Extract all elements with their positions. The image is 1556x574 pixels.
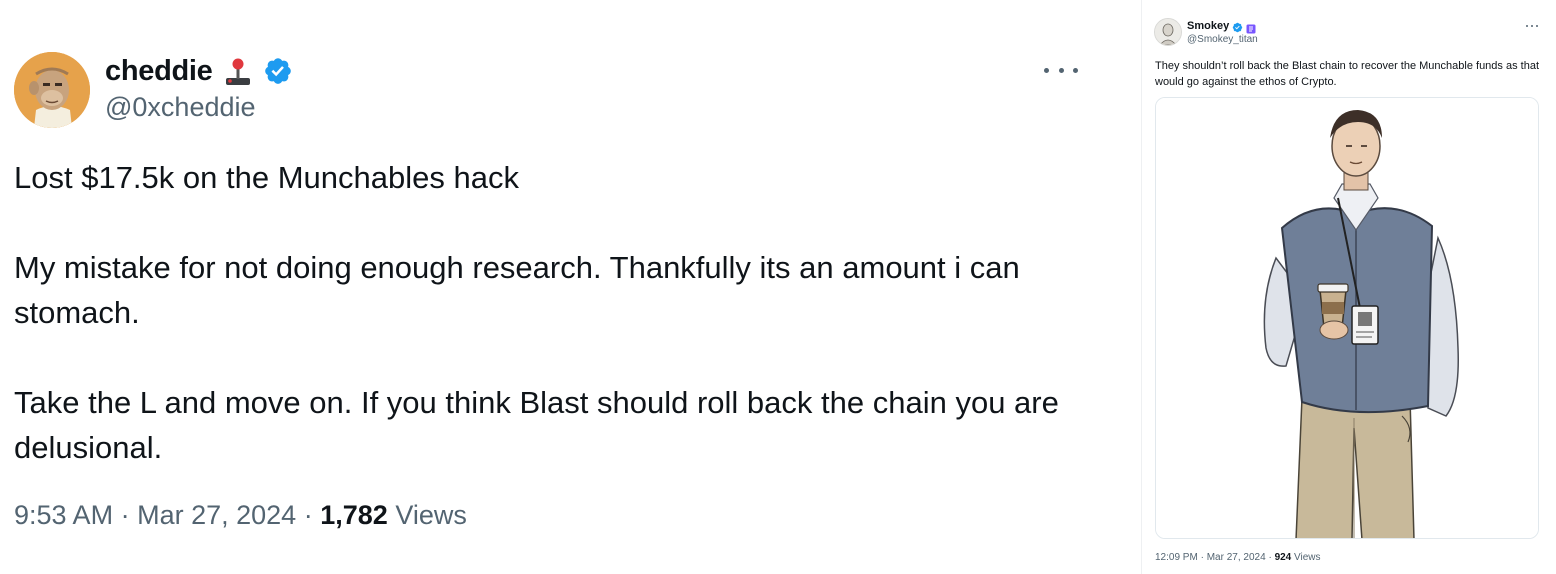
- avatar[interactable]: [1154, 18, 1182, 46]
- tweet-paragraph: My mistake for not doing enough research…: [14, 250, 1020, 330]
- affiliate-badge-icon[interactable]: [1246, 21, 1256, 33]
- tweet-paragraph: Take the L and move on. If you think Bla…: [14, 385, 1059, 465]
- illustration-man-with-coffee: [1156, 98, 1538, 538]
- sketch-avatar-icon: [1155, 19, 1181, 45]
- tweet-paragraph: Lost $17.5k on the Munchables hack: [14, 160, 519, 195]
- separator: ·: [1200, 552, 1204, 563]
- separator: ·: [1268, 552, 1272, 563]
- author-name-row: cheddie: [105, 54, 293, 88]
- separator: ·: [120, 500, 130, 530]
- dot-icon: [1058, 67, 1064, 73]
- timestamp-date[interactable]: Mar 27, 2024: [1207, 552, 1266, 563]
- verified-badge-icon[interactable]: [1232, 20, 1243, 33]
- view-count: 1,782: [320, 500, 388, 530]
- tweet-cheddie: cheddie @0xcheddie Lost $17.5k on the Mu…: [0, 0, 1110, 574]
- display-name[interactable]: Smokey: [1187, 20, 1229, 32]
- dot-icon: [1073, 67, 1078, 73]
- handle[interactable]: @0xcheddie: [105, 92, 256, 123]
- views-label: Views: [395, 500, 467, 530]
- verified-badge-icon[interactable]: [263, 56, 293, 86]
- dot-icon: [1531, 25, 1533, 27]
- view-count: 924: [1274, 552, 1292, 563]
- avatar[interactable]: [14, 52, 90, 128]
- tweet-meta: 9:53 AM · Mar 27, 2024 · 1,782 Views: [14, 500, 467, 531]
- timestamp-time[interactable]: 9:53 AM: [14, 500, 113, 530]
- timestamp-time[interactable]: 12:09 PM: [1155, 552, 1198, 563]
- timestamp-date[interactable]: Mar 27, 2024: [137, 500, 296, 530]
- tweet-text: Lost $17.5k on the Munchables hack My mi…: [14, 155, 1099, 470]
- more-options-button[interactable]: [1044, 58, 1078, 82]
- tweet-text: They shouldn’t roll back the Blast chain…: [1155, 60, 1539, 88]
- dot-icon: [1044, 67, 1049, 73]
- tweet-media-image[interactable]: [1155, 97, 1539, 539]
- views-label: Views: [1294, 552, 1321, 563]
- joystick-icon: [223, 56, 253, 86]
- dot-icon: [1536, 25, 1538, 27]
- handle[interactable]: @Smokey_titan: [1187, 34, 1258, 45]
- display-name[interactable]: cheddie: [105, 55, 213, 88]
- tweet-smokey: Smokey @Smokey_titan They shouldn’t roll…: [1142, 0, 1556, 574]
- separator: ·: [303, 500, 313, 530]
- dot-icon: [1526, 25, 1528, 27]
- tweet-meta: 12:09 PM · Mar 27, 2024 · 924 Views: [1155, 552, 1321, 563]
- ape-avatar-icon: [14, 52, 90, 128]
- more-options-button[interactable]: [1526, 23, 1538, 29]
- author-name-row: Smokey: [1187, 18, 1256, 33]
